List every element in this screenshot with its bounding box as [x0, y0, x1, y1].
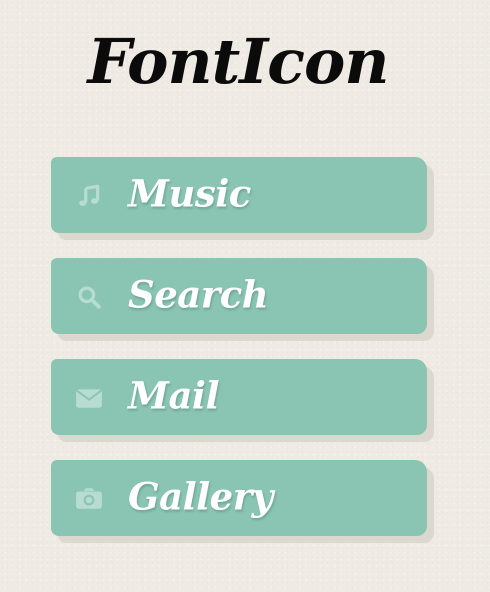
app-title: FontIcon — [87, 25, 390, 98]
menu-item-label: Mail — [128, 373, 220, 418]
music-note-icon — [75, 182, 103, 210]
envelope-icon — [75, 384, 103, 412]
menu-item-label: Gallery — [128, 474, 273, 519]
menu-item-search[interactable]: Search — [51, 258, 427, 334]
menu-item-label: Search — [128, 272, 269, 317]
search-icon — [75, 283, 103, 311]
menu-item-label: Music — [128, 171, 251, 216]
icon-menu: Music Search Mail Gallery — [51, 157, 427, 536]
menu-item-mail[interactable]: Mail — [51, 359, 427, 435]
menu-item-gallery[interactable]: Gallery — [51, 460, 427, 536]
menu-item-music[interactable]: Music — [51, 157, 427, 233]
camera-icon — [75, 485, 103, 513]
